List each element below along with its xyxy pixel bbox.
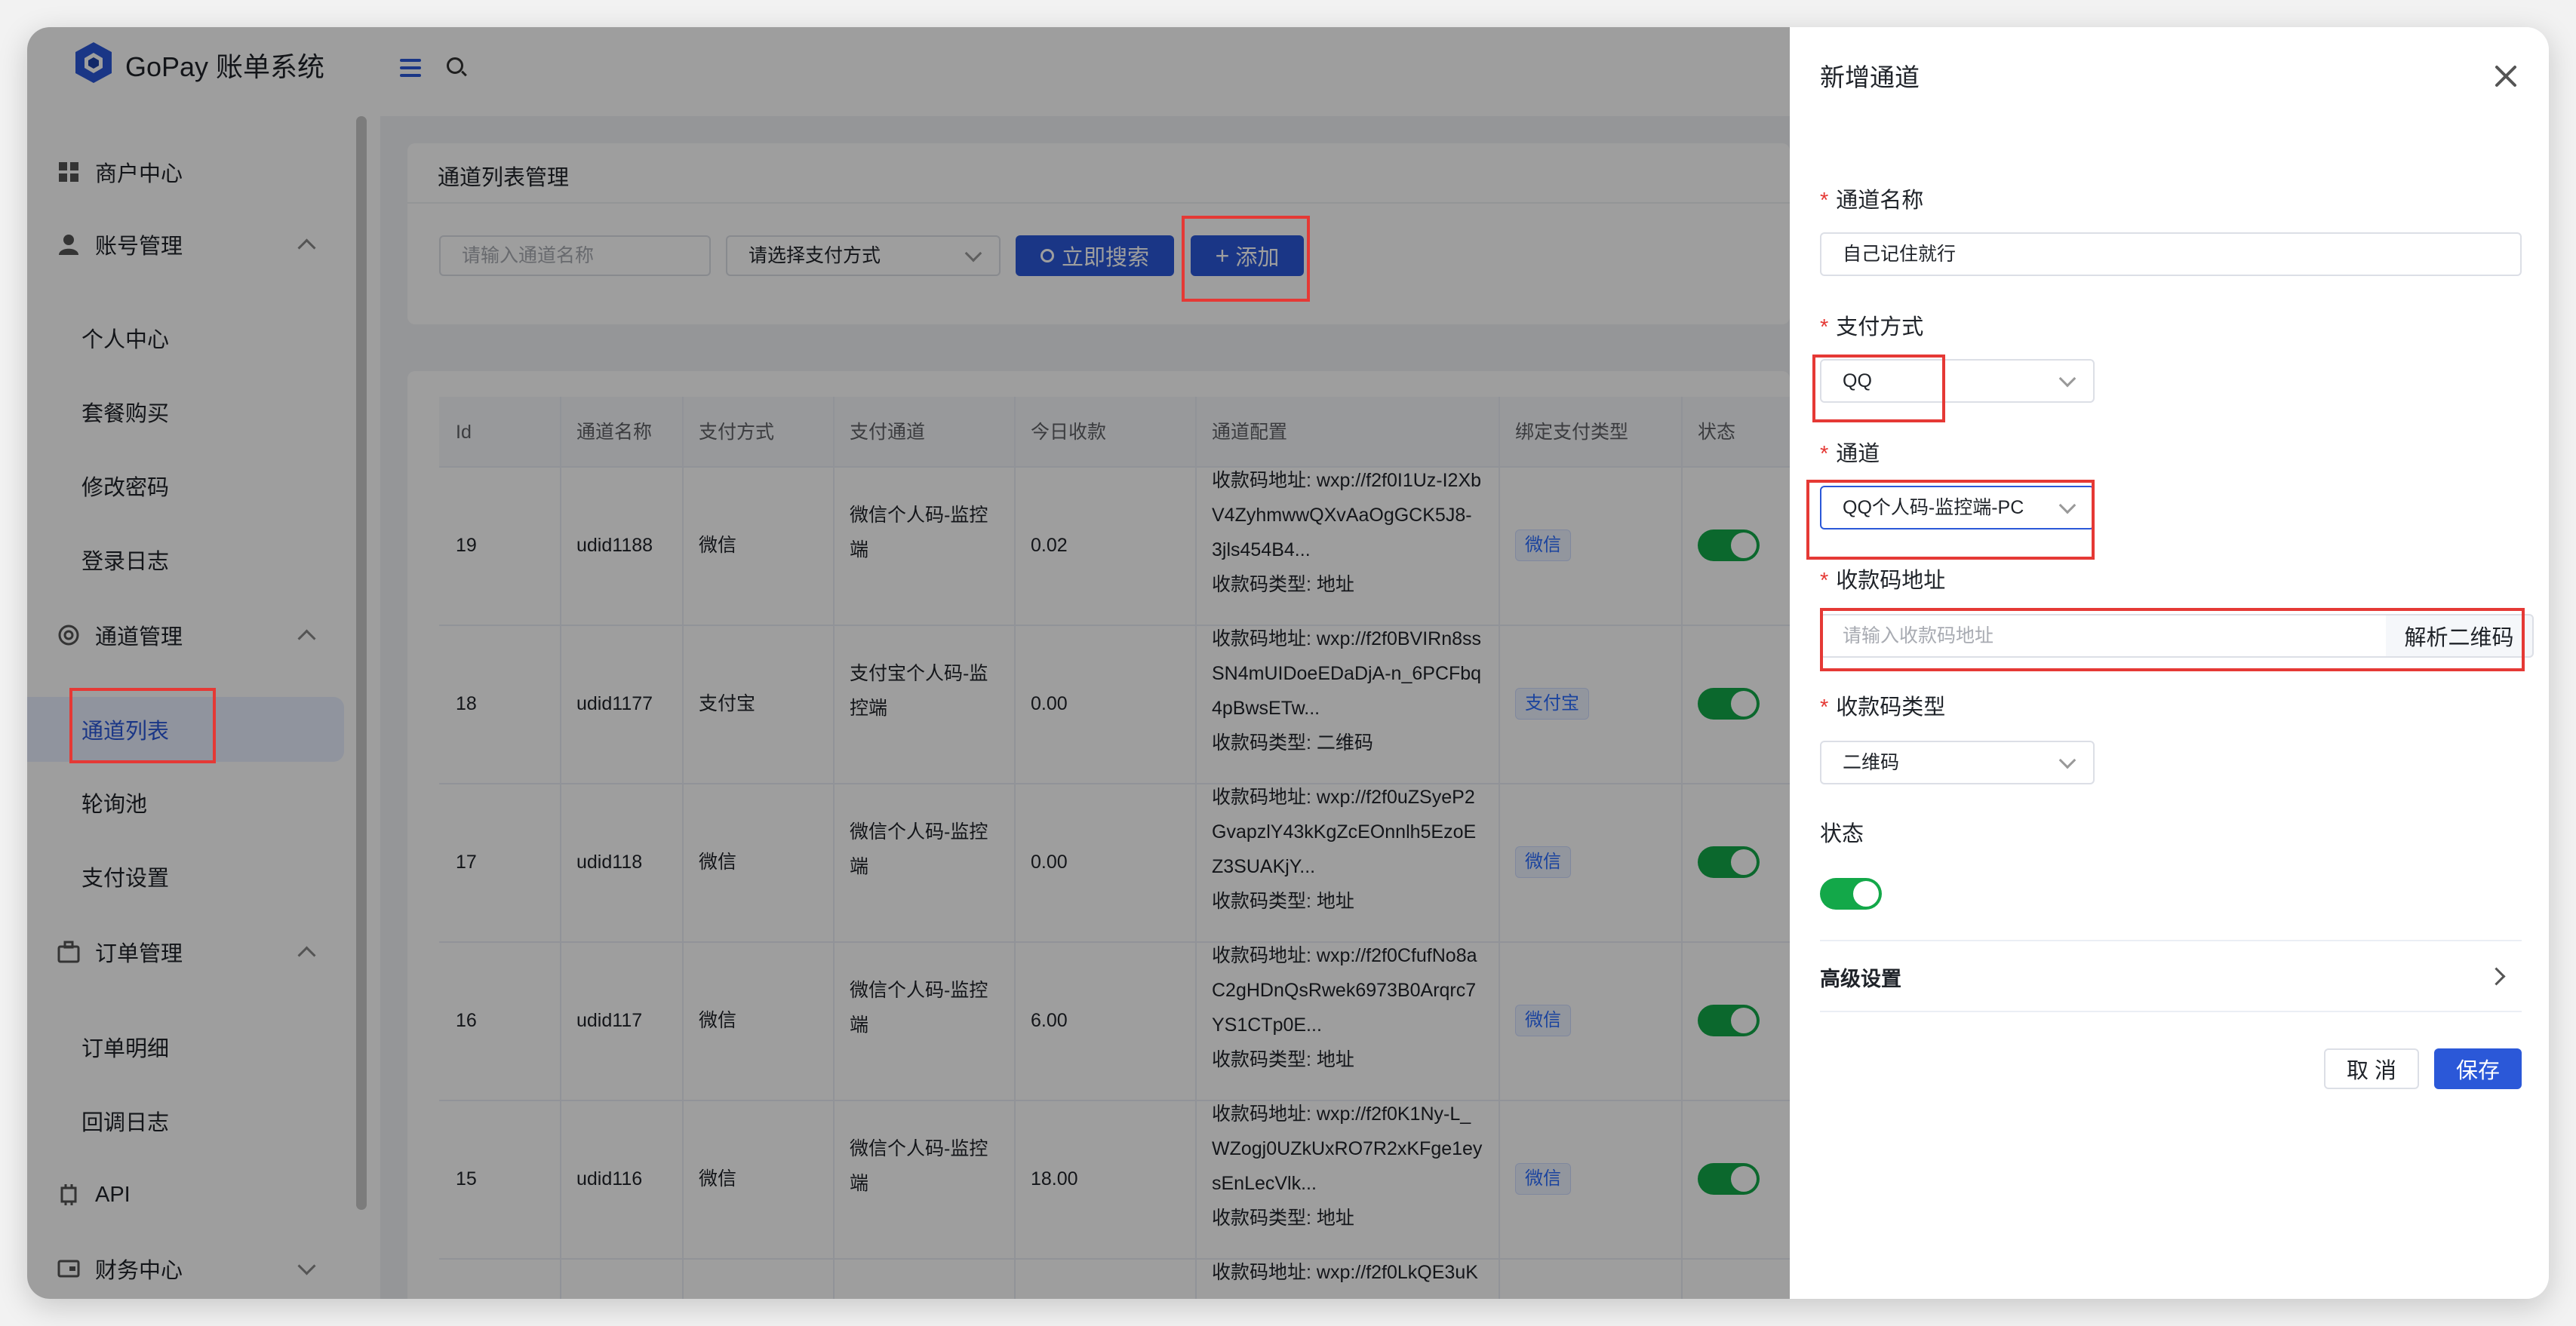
highlight-box [1806, 480, 2095, 560]
modal-backdrop[interactable] [27, 27, 1790, 1299]
label-text: 收款码类型 [1836, 695, 1946, 720]
advanced-settings-toggle[interactable]: 高级设置 [1820, 962, 1901, 992]
chevron-down-icon [2058, 370, 2076, 388]
field-label-channel: * 通道 [1820, 442, 1880, 466]
field-label-qr-address: * 收款码地址 [1820, 569, 1946, 593]
save-button[interactable]: 保存 [2434, 1048, 2522, 1089]
divider [1820, 940, 2522, 941]
highlight-box [1182, 216, 1310, 302]
channel-name-input[interactable]: 自己记住就行 [1820, 232, 2522, 276]
highlight-box [1820, 608, 2525, 671]
label-text: 通道名称 [1836, 189, 1924, 213]
status-toggle[interactable] [1820, 878, 1882, 910]
divider [1820, 1011, 2522, 1012]
chevron-down-icon [2058, 751, 2076, 769]
highlight-box [69, 688, 216, 763]
cancel-button[interactable]: 取 消 [2324, 1048, 2419, 1089]
field-label-name: * 通道名称 [1820, 189, 1924, 213]
field-label-pay-method: * 支付方式 [1820, 315, 1924, 339]
qr-type-select[interactable]: 二维码 [1820, 741, 2095, 784]
close-icon[interactable] [2493, 63, 2519, 89]
label-text: 收款码地址 [1836, 569, 1946, 593]
app-surface: GoPay 账单系统 商户中心 账号管理 个人中心 套餐购买 修改密码 登录日志… [27, 27, 2549, 1299]
highlight-box [1812, 355, 1945, 422]
label-text: 通道 [1836, 442, 1880, 466]
drawer-title: 新增通道 [1820, 63, 1920, 91]
field-label-qr-type: * 收款码类型 [1820, 695, 1946, 720]
select-value: 二维码 [1843, 752, 1900, 773]
label-text: 支付方式 [1836, 315, 1924, 339]
field-label-status: 状态 [1820, 822, 1864, 846]
